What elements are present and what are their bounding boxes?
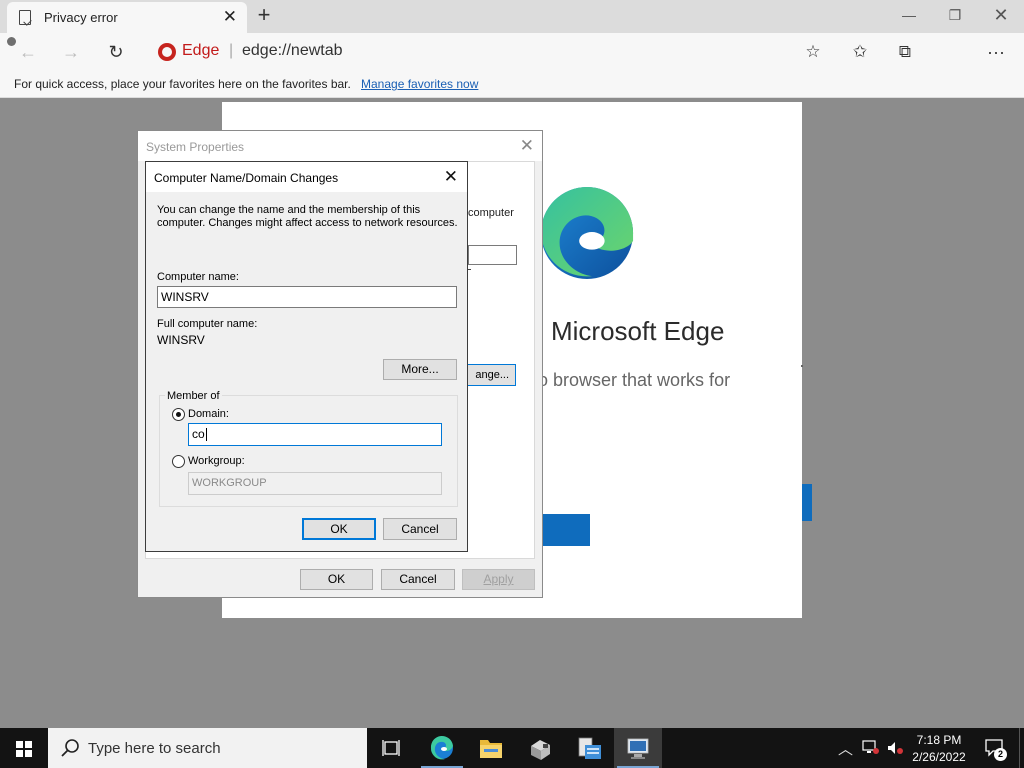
taskbar-system-properties[interactable]	[614, 728, 662, 768]
dialog-description-line-2: computer. Changes might affect access to…	[157, 217, 458, 229]
domain-radio[interactable]	[172, 408, 185, 421]
start-button[interactable]	[0, 728, 48, 768]
collections-icon[interactable]: ⧉	[892, 39, 918, 65]
manage-favorites-link[interactable]: Manage favorites now	[361, 77, 478, 91]
taskbar-edge[interactable]	[418, 728, 466, 768]
computer-name-dialog: Computer Name/Domain Changes ✕ You can c…	[145, 161, 468, 552]
domain-label[interactable]: Domain:	[188, 408, 229, 420]
tab-close-button[interactable]: ✕	[223, 7, 237, 27]
tab-title: Privacy error	[44, 10, 118, 25]
dialog-cancel-button[interactable]: Cancel	[383, 518, 457, 540]
dialog-description-line-1: You can change the name and the membersh…	[157, 204, 421, 216]
card-divider	[801, 365, 803, 367]
maximize-button[interactable]: ❐	[941, 4, 969, 26]
computer-name-label: Computer name:	[157, 271, 239, 283]
search-placeholder: Type here to search	[88, 740, 221, 757]
system-properties-ok-button[interactable]: OK	[300, 569, 373, 590]
windows-logo-icon-pane	[25, 750, 32, 757]
files-icon	[578, 737, 601, 759]
full-computer-name-value: WINSRV	[157, 333, 205, 347]
address-separator: |	[229, 42, 234, 59]
favorites-icon[interactable]: ✩	[847, 39, 873, 65]
tab-strip: Privacy error ✕ + — ❐ ✕	[0, 0, 1024, 33]
star-icon[interactable]: ☆	[800, 39, 826, 65]
computer-name-dialog-titlebar[interactable]: Computer Name/Domain Changes ✕	[146, 162, 467, 192]
network-icon[interactable]	[862, 740, 880, 754]
task-view-icon	[382, 740, 400, 756]
domain-input[interactable]: co	[188, 423, 442, 446]
address-site-label[interactable]: Edge	[182, 42, 219, 60]
show-desktop-button[interactable]	[1019, 728, 1024, 768]
edge-icon	[430, 735, 453, 760]
clock-time[interactable]: 7:18 PM	[904, 733, 974, 747]
computer-description-field[interactable]	[468, 245, 517, 265]
system-properties-title: System Properties	[146, 140, 245, 154]
computer-icon	[627, 738, 649, 759]
system-properties-titlebar[interactable]: System Properties ✕	[138, 131, 542, 161]
more-button[interactable]: More...	[383, 359, 457, 380]
system-properties-close-icon[interactable]: ✕	[520, 136, 534, 156]
taskbar-server-manager[interactable]	[516, 728, 564, 768]
windows-logo-icon	[16, 741, 23, 748]
task-view-button[interactable]	[368, 728, 416, 768]
forward-icon[interactable]: →	[58, 39, 84, 65]
browser-tab[interactable]: Privacy error ✕	[7, 2, 247, 33]
edge-logo-icon	[540, 186, 634, 280]
welcome-subtitle: o browser that works for	[538, 370, 731, 390]
dialog-ok-button[interactable]: OK	[302, 518, 376, 540]
search-icon	[61, 739, 79, 757]
back-icon[interactable]: ←	[15, 39, 41, 65]
address-bar[interactable]: edge://newtab	[242, 42, 343, 60]
computer-name-dialog-title: Computer Name/Domain Changes	[154, 171, 339, 185]
taskbar-search[interactable]: Type here to search	[48, 728, 367, 768]
taskbar-file-explorer[interactable]	[467, 728, 515, 768]
window-close-button[interactable]: ✕	[987, 4, 1015, 26]
computer-name-input[interactable]: WINSRV	[157, 286, 457, 308]
workgroup-label[interactable]: Workgroup:	[188, 455, 245, 467]
clock-date[interactable]: 2/26/2022	[904, 750, 974, 764]
folder-icon	[480, 740, 502, 758]
domain-input-value: co	[192, 427, 205, 441]
favorites-bar: For quick access, place your favorites h…	[0, 70, 1024, 98]
system-properties-text-fragment	[468, 269, 471, 270]
new-tab-button[interactable]: +	[254, 1, 274, 29]
text-caret	[205, 428, 207, 442]
favorites-bar-text: For quick access, place your favorites h…	[14, 77, 351, 91]
taskbar-files[interactable]	[565, 728, 613, 768]
workgroup-input: WORKGROUP	[188, 472, 442, 495]
taskbar: Type here to search ︿ 7:18 PM 2/26/2022 …	[0, 728, 1024, 768]
volume-icon[interactable]	[886, 740, 904, 756]
navigation-bar: ← → ↻ Edge | edge://newtab ☆ ✩ ⧉ ···	[0, 33, 1024, 70]
workgroup-radio[interactable]	[172, 455, 185, 468]
system-properties-description: computer	[468, 207, 514, 219]
welcome-title: Microsoft Edge	[551, 316, 725, 346]
full-computer-name-label: Full computer name:	[157, 318, 258, 330]
windows-logo-icon-pane	[25, 741, 32, 748]
notification-count-badge: 2	[994, 748, 1007, 761]
apply-button[interactable]: Apply	[462, 569, 535, 590]
member-of-label: Member of	[165, 390, 222, 402]
tray-chevron-icon[interactable]: ︿	[838, 738, 853, 759]
doc-icon	[19, 10, 31, 25]
minimize-button[interactable]: —	[895, 4, 923, 26]
more-icon[interactable]: ···	[983, 39, 1009, 65]
refresh-icon[interactable]: ↻	[103, 39, 129, 65]
computer-name-dialog-close-icon[interactable]: ✕	[444, 167, 458, 187]
server-manager-icon	[531, 740, 550, 760]
background-button-edge	[802, 484, 812, 521]
edge-icon	[158, 43, 176, 61]
system-properties-cancel-button[interactable]: Cancel	[381, 569, 455, 590]
windows-logo-icon-pane	[16, 750, 23, 757]
